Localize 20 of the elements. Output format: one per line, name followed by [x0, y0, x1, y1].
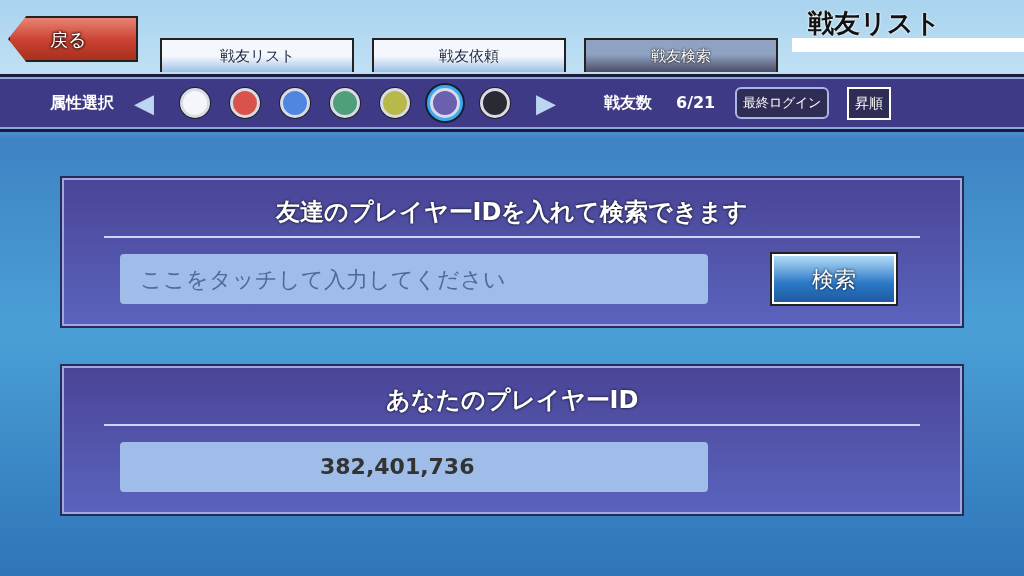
- friend-count-label: 戦友数: [604, 92, 652, 114]
- tab[interactable]: 戦友依頼: [372, 38, 566, 72]
- attribute-filter[interactable]: [480, 88, 510, 118]
- panel-title: 友達のプレイヤーIDを入れて検索できます: [104, 194, 920, 238]
- sort-key-button[interactable]: 最終ログイン: [735, 87, 830, 119]
- attribute-filter[interactable]: [230, 88, 260, 118]
- attribute-filter[interactable]: [330, 88, 360, 118]
- filter-label: 属性選択: [50, 92, 114, 114]
- attribute-filter[interactable]: [180, 88, 210, 118]
- attribute-filter[interactable]: [380, 88, 410, 118]
- back-button[interactable]: 戻る: [8, 16, 138, 62]
- sort-order-button[interactable]: 昇順: [847, 86, 892, 120]
- screen-title: 戦友リスト: [792, 8, 1024, 52]
- attribute-filter[interactable]: [280, 88, 310, 118]
- friend-count: 6/21: [676, 92, 716, 114]
- tab[interactable]: 戦友リスト: [160, 38, 354, 72]
- player-id-field[interactable]: ここをタッチして入力してください: [120, 254, 708, 304]
- player-id-value: 382,401,736: [120, 442, 708, 492]
- search-button[interactable]: 検索: [772, 254, 896, 304]
- panel-title: あなたのプレイヤーID: [104, 382, 920, 426]
